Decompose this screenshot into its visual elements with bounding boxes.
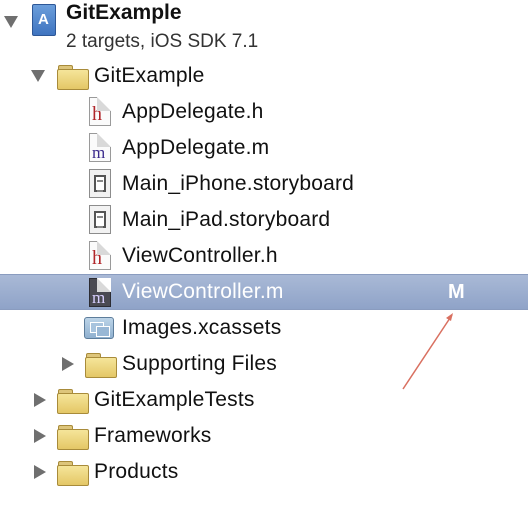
navigator-row-gitexample-folder[interactable]: GitExample — [0, 58, 528, 94]
navigator-row-appdelegate-m[interactable]: m AppDelegate.m — [0, 130, 528, 166]
navigator-row-appdelegate-h[interactable]: h AppDelegate.h — [0, 94, 528, 130]
xcode-project-icon — [32, 4, 56, 36]
navigator-row-images-xcassets[interactable]: Images.xcassets — [0, 310, 528, 346]
navigator-row-main-ipad-storyboard[interactable]: Main_iPad.storyboard — [0, 202, 528, 238]
folder-icon — [57, 65, 89, 90]
navigator-row-viewcontroller-m[interactable]: m ViewController.m M — [0, 274, 528, 310]
modified-status-badge: M — [448, 281, 465, 303]
row-label: Images.xcassets — [122, 316, 282, 339]
folder-icon — [57, 425, 89, 450]
disclosure-triangle-collapsed[interactable] — [62, 357, 74, 371]
row-label: Main_iPhone.storyboard — [122, 172, 355, 195]
folder-icon — [85, 353, 117, 378]
asset-catalog-icon — [84, 317, 114, 339]
row-label: Supporting Files — [122, 352, 277, 375]
implementation-file-icon: m — [89, 133, 111, 162]
folder-icon — [57, 389, 89, 414]
row-label: AppDelegate.h — [122, 100, 264, 123]
implementation-file-icon: m — [89, 278, 111, 307]
navigator-row-frameworks[interactable]: Frameworks — [0, 418, 528, 454]
navigator-row-gitexampletests[interactable]: GitExampleTests — [0, 382, 528, 418]
navigator-row-main-iphone-storyboard[interactable]: Main_iPhone.storyboard — [0, 166, 528, 202]
row-label: GitExampleTests — [94, 388, 255, 411]
folder-icon — [57, 461, 89, 486]
row-label: AppDelegate.m — [122, 136, 270, 159]
project-row[interactable]: GitExample 2 targets, iOS SDK 7.1 — [0, 0, 528, 60]
storyboard-file-icon — [89, 205, 111, 234]
disclosure-triangle-collapsed[interactable] — [34, 393, 46, 407]
row-label: ViewController.m — [122, 280, 284, 303]
header-file-icon: h — [89, 97, 111, 126]
navigator-row-supporting-files[interactable]: Supporting Files — [0, 346, 528, 382]
storyboard-file-icon — [89, 169, 111, 198]
navigator-row-products[interactable]: Products — [0, 454, 528, 490]
disclosure-triangle-collapsed[interactable] — [34, 429, 46, 443]
project-subtitle: 2 targets, iOS SDK 7.1 — [66, 31, 259, 52]
row-label: GitExample — [94, 64, 205, 87]
row-label: Main_iPad.storyboard — [122, 208, 331, 231]
row-label: Frameworks — [94, 424, 212, 447]
project-name: GitExample — [66, 1, 182, 24]
navigator-row-viewcontroller-h[interactable]: h ViewController.h — [0, 238, 528, 274]
disclosure-triangle-expanded[interactable] — [31, 70, 45, 82]
disclosure-triangle-collapsed[interactable] — [34, 465, 46, 479]
header-file-icon: h — [89, 241, 111, 270]
row-label: Products — [94, 460, 179, 483]
row-label: ViewController.h — [122, 244, 278, 267]
disclosure-triangle-expanded[interactable] — [4, 16, 18, 28]
project-navigator: GitExample 2 targets, iOS SDK 7.1 GitExa… — [0, 0, 528, 530]
